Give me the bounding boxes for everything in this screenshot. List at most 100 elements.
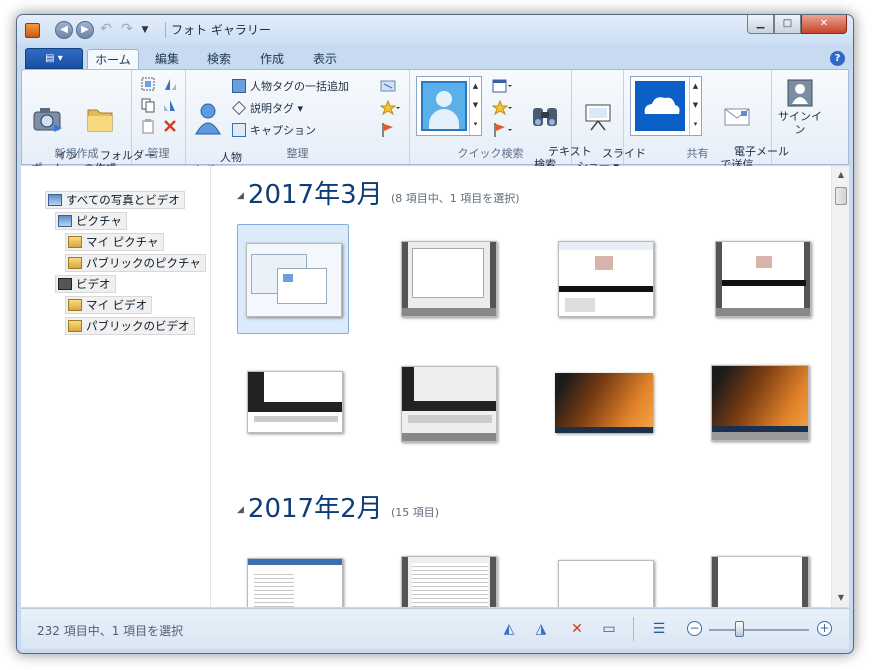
- photo-thumbnail[interactable]: [558, 241, 654, 317]
- nav-label: すべての写真とビデオ: [66, 193, 180, 207]
- nav-pictures[interactable]: ピクチャ: [55, 212, 127, 230]
- signin-label: サインイン: [778, 110, 822, 136]
- nav-public-videos[interactable]: パブリックのビデオ: [65, 317, 195, 335]
- group-heading-february[interactable]: ◢ 2017年2月: [237, 488, 383, 525]
- folder-icon: [68, 236, 82, 248]
- caption-button[interactable]: キャプション: [232, 122, 316, 138]
- rotate-right-icon[interactable]: [162, 97, 178, 113]
- collapse-icon[interactable]: ◢: [237, 505, 244, 515]
- content-area: すべての写真とビデオ ピクチャ マイ ピクチャ パブリックのピクチャ ビデオ マ…: [21, 166, 849, 607]
- photo-thumbnail[interactable]: [401, 556, 497, 607]
- quick-access-toolbar: ◀ ▶ ↶ ↷ ▼: [55, 21, 151, 41]
- delete-icon[interactable]: [162, 118, 178, 134]
- zoom-out-icon[interactable]: −: [687, 621, 702, 636]
- tab-create[interactable]: 作成: [252, 49, 292, 70]
- nav-my-pictures[interactable]: マイ ピクチャ: [65, 233, 164, 251]
- customize-qat-icon[interactable]: ▼: [139, 21, 151, 41]
- group-quick-find-label: クイック検索: [457, 147, 524, 160]
- ribbon-home: イン ポート フォルダー の作成 新規作成 管理 人物 タグ ▾ 人物タグの一括…: [21, 69, 849, 177]
- people-filter-gallery[interactable]: ▲ ▼ ▾: [416, 76, 482, 136]
- nav-public-pictures[interactable]: パブリックのピクチャ: [65, 254, 206, 272]
- caption-label: キャプション: [250, 124, 316, 137]
- description-tag-button[interactable]: 説明タグ ▾: [231, 100, 303, 116]
- group-share: ▲ ▼ ▾ 電子メール で送信 共有: [624, 70, 789, 171]
- details-view-icon[interactable]: ☰: [649, 620, 669, 638]
- screenshot-thumbnail: [246, 243, 342, 317]
- group-heading-march[interactable]: ◢ 2017年3月: [237, 174, 383, 211]
- status-text: 232 項目中、1 項目を選択: [37, 624, 184, 638]
- photo-thumbnail[interactable]: [711, 365, 809, 441]
- nav-all-photos-videos[interactable]: すべての写真とビデオ: [45, 191, 185, 209]
- delete-icon[interactable]: ✕: [567, 620, 587, 638]
- redo-icon[interactable]: ↷: [118, 21, 136, 39]
- rating-star-icon[interactable]: [380, 100, 400, 116]
- film-icon: [58, 278, 72, 290]
- batch-people-tag-button[interactable]: 人物タグの一括追加: [232, 78, 349, 94]
- help-icon[interactable]: ?: [830, 51, 845, 66]
- photo-grid: ◢ 2017年3月 (8 項目中、1 項目を選択) ◢ 2017年2月 (15 …: [221, 166, 831, 607]
- maximize-button[interactable]: □: [774, 15, 801, 34]
- close-button[interactable]: ✕: [801, 15, 847, 34]
- photo-thumbnail[interactable]: [711, 556, 809, 607]
- tab-edit[interactable]: 編集: [147, 49, 187, 70]
- group-manage: 管理: [132, 70, 186, 164]
- rating-filter-icon[interactable]: [492, 100, 514, 116]
- copy-icon[interactable]: [140, 97, 156, 113]
- tab-view[interactable]: 表示: [305, 49, 345, 70]
- caption-icon: [232, 123, 246, 137]
- tab-find[interactable]: 検索: [199, 49, 239, 70]
- photo-thumbnail[interactable]: [247, 558, 343, 607]
- photo-thumbnail[interactable]: [247, 371, 343, 433]
- flag-filter-icon[interactable]: [492, 122, 514, 138]
- photos-videos-icon: [48, 194, 62, 206]
- geotag-icon[interactable]: [380, 78, 396, 94]
- photo-thumbnail[interactable]: [401, 366, 497, 442]
- slideshow-icon[interactable]: ▭: [599, 620, 619, 638]
- photo-thumbnail[interactable]: [558, 560, 654, 607]
- file-menu-button[interactable]: ▤ ▾: [25, 48, 83, 69]
- share-gallery[interactable]: ▲ ▼ ▾: [630, 76, 702, 136]
- photo-thumbnail-selected[interactable]: [237, 224, 349, 334]
- window-title: フォト ギャラリー: [171, 23, 271, 37]
- scroll-down-icon[interactable]: ▼: [835, 591, 847, 605]
- gallery-scroll-icon[interactable]: ▲ ▼ ▾: [469, 77, 481, 135]
- zoom-slider-track[interactable]: [709, 629, 809, 631]
- photo-thumbnail[interactable]: [401, 241, 497, 317]
- onedrive-icon: [635, 81, 685, 131]
- photo-thumbnail[interactable]: [715, 241, 811, 317]
- scroll-up-icon[interactable]: ▲: [835, 168, 847, 182]
- back-icon[interactable]: ◀: [55, 21, 73, 39]
- zoom-in-icon[interactable]: +: [817, 621, 832, 636]
- undo-icon[interactable]: ↶: [97, 21, 115, 39]
- signin-button[interactable]: サインイン: [774, 78, 826, 136]
- rotate-left-icon[interactable]: [162, 76, 178, 92]
- share-gallery-scroll-icon[interactable]: ▲ ▼ ▾: [689, 77, 701, 135]
- paste-icon[interactable]: [140, 118, 156, 134]
- photo-thumbnail[interactable]: [555, 373, 653, 433]
- rotate-left-icon[interactable]: ◭: [499, 620, 519, 638]
- minimize-button[interactable]: ▁: [747, 15, 774, 34]
- group-new-label: 新規作成: [54, 147, 99, 160]
- email-icon: [724, 108, 750, 126]
- nav-label: ビデオ: [76, 277, 111, 291]
- date-filter-icon[interactable]: [492, 78, 514, 94]
- vertical-scrollbar[interactable]: ▲ ▼: [831, 166, 849, 607]
- nav-label: パブリックのビデオ: [86, 319, 190, 333]
- nav-videos[interactable]: ビデオ: [55, 275, 116, 293]
- select-all-icon[interactable]: [140, 76, 156, 92]
- rotate-right-icon[interactable]: ◮: [531, 620, 551, 638]
- collapse-icon[interactable]: ◢: [237, 191, 244, 201]
- navigation-pane: すべての写真とビデオ ピクチャ マイ ピクチャ パブリックのピクチャ ビデオ マ…: [21, 166, 211, 607]
- app-icon[interactable]: [25, 23, 40, 38]
- group-organize-label: 整理: [286, 147, 309, 160]
- tab-home[interactable]: ホーム: [87, 49, 139, 70]
- forward-icon[interactable]: ▶: [76, 21, 94, 39]
- folder-icon: [68, 320, 82, 332]
- nav-label: パブリックのピクチャ: [86, 256, 201, 270]
- group-manage-label: 管理: [147, 147, 170, 160]
- scroll-thumb[interactable]: [835, 187, 847, 205]
- flag-icon[interactable]: [380, 122, 396, 138]
- nav-my-videos[interactable]: マイ ビデオ: [65, 296, 153, 314]
- group-organize: 人物 タグ ▾ 人物タグの一括追加 説明タグ ▾ キャプション 整理: [186, 70, 410, 177]
- zoom-slider-thumb[interactable]: [735, 621, 744, 637]
